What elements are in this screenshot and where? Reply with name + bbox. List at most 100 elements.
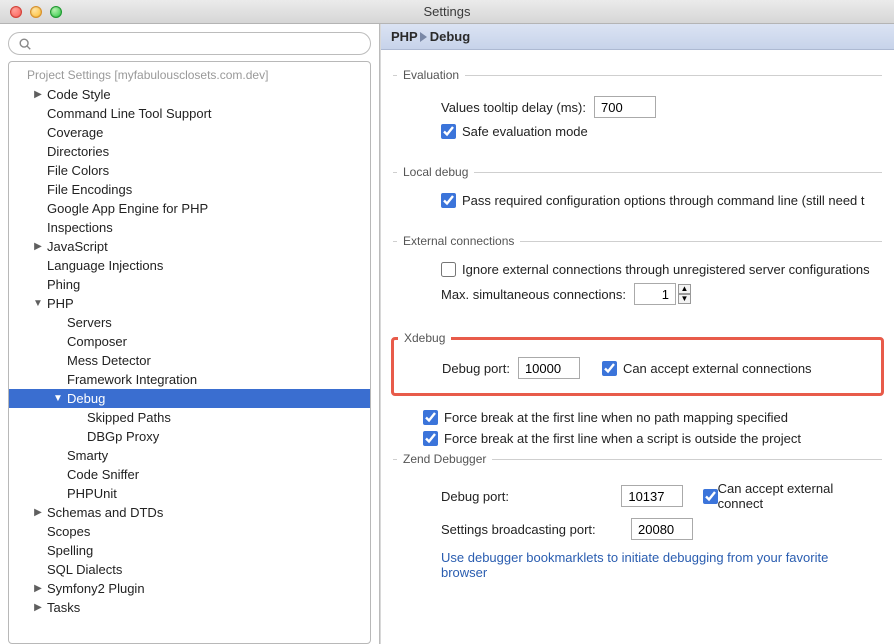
tree-item-label: Smarty	[65, 448, 108, 463]
tree-item-label: Code Style	[45, 87, 111, 102]
breadcrumb-item[interactable]: PHP	[391, 29, 418, 44]
tree-item-label: Scopes	[45, 524, 90, 539]
tree-item-label: Code Sniffer	[65, 467, 139, 482]
pass-config-checkbox[interactable]	[441, 193, 456, 208]
safe-evaluation-checkbox[interactable]	[441, 124, 456, 139]
titlebar: Settings	[0, 0, 894, 24]
zend-broadcast-input[interactable]	[631, 518, 693, 540]
disclosure-right-icon[interactable]: ▶	[31, 507, 45, 518]
breadcrumb-item[interactable]: Debug	[430, 29, 470, 44]
tree-item[interactable]: Google App Engine for PHP	[9, 199, 370, 218]
xdebug-port-input[interactable]	[518, 357, 580, 379]
tree-item-label: Spelling	[45, 543, 93, 558]
tree-item[interactable]: PHPUnit	[9, 484, 370, 503]
disclosure-right-icon[interactable]: ▶	[31, 89, 45, 100]
force-break-no-mapping-label: Force break at the first line when no pa…	[444, 410, 788, 425]
stepper-down-button[interactable]: ▼	[678, 294, 691, 304]
tree-item-label: Language Injections	[45, 258, 163, 273]
tree-item[interactable]: DBGp Proxy	[9, 427, 370, 446]
settings-sidebar: Project Settings [myfabulousclosets.com.…	[0, 24, 380, 644]
tree-item-label: PHPUnit	[65, 486, 117, 501]
tree-item-label: File Colors	[45, 163, 109, 178]
tree-item[interactable]: Composer	[9, 332, 370, 351]
tree-item[interactable]: Phing	[9, 275, 370, 294]
tree-item-label: Command Line Tool Support	[45, 106, 212, 121]
group-legend: Evaluation	[397, 68, 465, 82]
window-title: Settings	[0, 4, 894, 19]
zend-port-label: Debug port:	[441, 489, 621, 504]
tree-item[interactable]: ▶Schemas and DTDs	[9, 503, 370, 522]
tree-item[interactable]: Mess Detector	[9, 351, 370, 370]
tree-item-label: File Encodings	[45, 182, 132, 197]
tree-item[interactable]: Directories	[9, 142, 370, 161]
tree-item[interactable]: File Encodings	[9, 180, 370, 199]
disclosure-right-icon[interactable]: ▶	[31, 241, 45, 252]
tree-item[interactable]: Scopes	[9, 522, 370, 541]
tree-item[interactable]: ▼Debug	[9, 389, 370, 408]
bookmarklets-link[interactable]: Use debugger bookmarklets to initiate de…	[411, 550, 874, 580]
force-break-no-mapping-checkbox[interactable]	[423, 410, 438, 425]
external-connections-group: External connections Ignore external con…	[393, 234, 882, 317]
tree-item[interactable]: Smarty	[9, 446, 370, 465]
xdebug-accept-checkbox[interactable]	[602, 361, 617, 376]
zend-broadcast-label: Settings broadcasting port:	[441, 522, 631, 537]
search-icon	[18, 37, 32, 51]
tree-item[interactable]: Servers	[9, 313, 370, 332]
disclosure-down-icon[interactable]: ▼	[31, 298, 45, 309]
tree-item[interactable]: Framework Integration	[9, 370, 370, 389]
tree-item[interactable]: File Colors	[9, 161, 370, 180]
breadcrumb: PHP Debug	[381, 24, 894, 50]
tree-item[interactable]: ▼PHP	[9, 294, 370, 313]
tree-item[interactable]: Code Sniffer	[9, 465, 370, 484]
tree-item[interactable]: Skipped Paths	[9, 408, 370, 427]
tree-section-header: Project Settings [myfabulousclosets.com.…	[9, 66, 370, 85]
tree-item-label: Mess Detector	[65, 353, 151, 368]
group-legend: Xdebug	[398, 331, 451, 345]
disclosure-right-icon[interactable]: ▶	[31, 583, 45, 594]
tree-item-label: Tasks	[45, 600, 80, 615]
tree-item[interactable]: SQL Dialects	[9, 560, 370, 579]
tree-item-label: Skipped Paths	[85, 410, 171, 425]
zend-accept-checkbox[interactable]	[703, 489, 717, 504]
tree-item-label: Directories	[45, 144, 109, 159]
tree-item-label: Servers	[65, 315, 112, 330]
settings-search-input[interactable]	[8, 32, 371, 55]
tree-item[interactable]: Inspections	[9, 218, 370, 237]
force-break-outside-checkbox[interactable]	[423, 431, 438, 446]
xdebug-port-label: Debug port:	[442, 361, 510, 376]
tree-item[interactable]: Spelling	[9, 541, 370, 560]
max-connections-input[interactable]	[634, 283, 676, 305]
group-legend: External connections	[397, 234, 520, 248]
tree-item-label: Google App Engine for PHP	[45, 201, 208, 216]
tree-item-label: Composer	[65, 334, 127, 349]
tree-item[interactable]: ▶Code Style	[9, 85, 370, 104]
zend-accept-label: Can accept external connect	[718, 481, 874, 511]
safe-evaluation-label: Safe evaluation mode	[462, 124, 588, 139]
disclosure-right-icon[interactable]: ▶	[31, 602, 45, 613]
tree-item[interactable]: ▶Tasks	[9, 598, 370, 617]
local-debug-group: Local debug Pass required configuration …	[393, 165, 882, 220]
settings-content: PHP Debug Evaluation Values tooltip dela…	[380, 24, 894, 644]
tree-item-label: DBGp Proxy	[85, 429, 159, 444]
evaluation-group: Evaluation Values tooltip delay (ms): Sa…	[393, 68, 882, 151]
ignore-external-label: Ignore external connections through unre…	[462, 262, 870, 277]
xdebug-accept-label: Can accept external connections	[623, 361, 812, 376]
max-connections-label: Max. simultaneous connections:	[441, 287, 626, 302]
tree-item-label: SQL Dialects	[45, 562, 122, 577]
pass-config-label: Pass required configuration options thro…	[462, 193, 865, 208]
disclosure-down-icon[interactable]: ▼	[51, 393, 65, 404]
tree-item-label: Framework Integration	[65, 372, 197, 387]
stepper-up-button[interactable]: ▲	[678, 284, 691, 294]
chevron-right-icon	[418, 32, 430, 42]
tree-item-label: Debug	[65, 391, 105, 406]
tree-item[interactable]: Coverage	[9, 123, 370, 142]
tree-item-label: Schemas and DTDs	[45, 505, 163, 520]
tree-item[interactable]: ▶Symfony2 Plugin	[9, 579, 370, 598]
zend-port-input[interactable]	[621, 485, 683, 507]
tree-item[interactable]: ▶JavaScript	[9, 237, 370, 256]
tooltip-delay-input[interactable]	[594, 96, 656, 118]
tree-item[interactable]: Language Injections	[9, 256, 370, 275]
force-break-outside-label: Force break at the first line when a scr…	[444, 431, 801, 446]
ignore-external-checkbox[interactable]	[441, 262, 456, 277]
tree-item[interactable]: Command Line Tool Support	[9, 104, 370, 123]
